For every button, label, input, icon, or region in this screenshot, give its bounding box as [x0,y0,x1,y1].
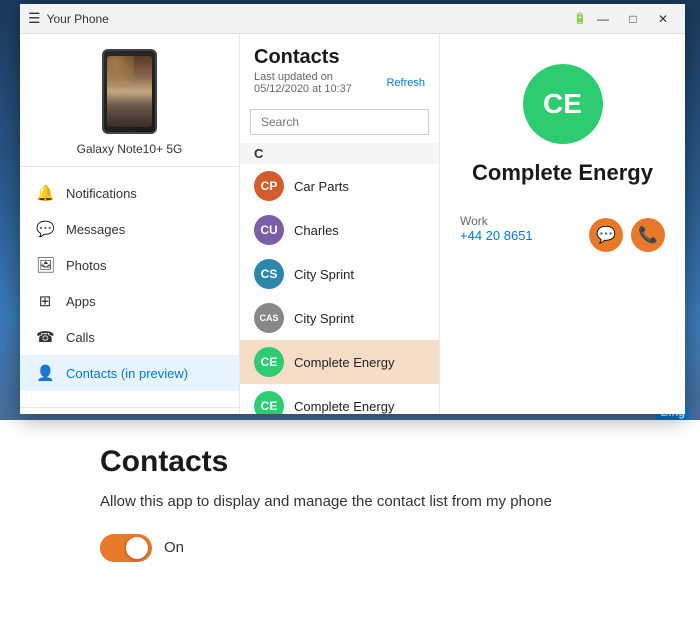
contact-item-complete-energy-1[interactable]: CE Complete Energy [240,340,439,384]
close-button[interactable]: ✕ [649,8,677,30]
calls-icon: ☎ [36,328,54,346]
contacts-updated: Last updated on 05/12/2020 at 10:37 Refr… [254,71,425,95]
phone-mockup [102,49,157,134]
contact-item-car-parts[interactable]: CP Car Parts [240,164,439,208]
sidebar: Galaxy Note10+ 5G 🔔 Notifications 💬 Mess… [20,34,240,414]
sidebar-item-calls[interactable]: ☎ Calls [20,319,239,355]
detail-name: Complete Energy [472,160,653,186]
detail-value[interactable]: +44 20 8651 [460,228,533,243]
apps-icon: ⊞ [36,292,54,310]
contact-avatar-city-sprint-2: CAS [254,303,284,333]
app-window: ☰ Your Phone 🔋 — □ ✕ Galaxy Note10+ 5G [20,4,685,414]
contact-name-car-parts: Car Parts [294,179,349,194]
title-bar: ☰ Your Phone 🔋 — □ ✕ [20,4,685,34]
contact-name-complete-energy-2: Complete Energy [294,399,394,414]
detail-field-work: Work +44 20 8651 💬 📞 [460,206,665,260]
battery-icon: 🔋 [573,12,587,25]
hamburger-icon[interactable]: ☰ [28,10,41,27]
contact-item-complete-energy-2[interactable]: CE Complete Energy [240,384,439,414]
detail-actions: 💬 📞 [589,218,665,252]
contact-item-city-sprint-1[interactable]: CS City Sprint [240,252,439,296]
search-input[interactable] [250,109,429,135]
contact-group-c: C [240,143,439,164]
contact-avatar-car-parts: CP [254,171,284,201]
toggle-label: On [164,539,184,556]
refresh-link[interactable]: Refresh [386,77,425,89]
toggle-row: On [100,534,600,562]
sidebar-item-photos[interactable]: 🖼 Photos [20,247,239,283]
contacts-panel: Contacts Last updated on 05/12/2020 at 1… [240,34,440,414]
contacts-toggle[interactable] [100,534,152,562]
contact-avatar-charles: CU [254,215,284,245]
call-action-button[interactable]: 📞 [631,218,665,252]
minimize-button[interactable]: — [589,8,617,30]
toggle-track [100,534,152,562]
contact-avatar-complete-energy-1: CE [254,347,284,377]
message-action-icon: 💬 [596,225,616,245]
contacts-title: Contacts [254,46,425,69]
contact-name-complete-energy-1: Complete Energy [294,355,394,370]
sidebar-item-notifications[interactable]: 🔔 Notifications [20,175,239,211]
sidebar-label-photos: Photos [66,258,106,273]
phone-preview: Galaxy Note10+ 5G [20,34,239,167]
title-bar-left: ☰ Your Phone [28,10,109,27]
photos-icon: 🖼 [36,256,54,274]
contacts-header: Contacts Last updated on 05/12/2020 at 1… [240,34,439,103]
contact-name-charles: Charles [294,223,339,238]
sidebar-label-messages: Messages [66,222,125,237]
call-action-icon: 📞 [638,225,658,245]
bottom-section: Contacts Allow this app to display and m… [0,420,700,635]
phone-name: Galaxy Note10+ 5G [77,142,183,156]
sidebar-item-apps[interactable]: ⊞ Apps [20,283,239,319]
contact-name-city-sprint-1: City Sprint [294,267,354,282]
title-bar-controls: 🔋 — □ ✕ [573,8,677,30]
updated-text: Last updated on 05/12/2020 at 10:37 [254,71,386,95]
detail-panel: CE Complete Energy Work +44 20 8651 💬 📞 [440,34,685,414]
phone-screen [107,56,152,127]
messages-icon: 💬 [36,220,54,238]
sidebar-label-notifications: Notifications [66,186,137,201]
nav-items: 🔔 Notifications 💬 Messages 🖼 Photos ⊞ Ap… [20,167,239,399]
sidebar-label-contacts: Contacts (in preview) [66,366,188,381]
maximize-button[interactable]: □ [619,8,647,30]
contact-avatar-city-sprint-1: CS [254,259,284,289]
title-bar-title: Your Phone [47,12,109,26]
contacts-icon: 👤 [36,364,54,382]
phone-screen-light [107,56,134,84]
sidebar-item-messages[interactable]: 💬 Messages [20,211,239,247]
notifications-icon: 🔔 [36,184,54,202]
sidebar-item-contacts[interactable]: 👤 Contacts (in preview) [20,355,239,391]
detail-field-left: Work +44 20 8651 [460,214,533,243]
detail-avatar-initials: CE [543,88,582,120]
sidebar-label-apps: Apps [66,294,96,309]
contact-avatar-complete-energy-2: CE [254,391,284,414]
sidebar-label-calls: Calls [66,330,95,345]
bottom-title: Contacts [100,445,600,479]
sidebar-bottom: 📌 Pin app to taskbar ⚙ Settings [20,407,239,414]
toggle-thumb [126,537,148,559]
contact-item-city-sprint-2[interactable]: CAS City Sprint [240,296,439,340]
contact-name-city-sprint-2: City Sprint [294,311,354,326]
contact-list: CP Car Parts CU Charles CS City Sprint C… [240,164,439,414]
message-action-button[interactable]: 💬 [589,218,623,252]
app-content: Galaxy Note10+ 5G 🔔 Notifications 💬 Mess… [20,34,685,414]
contact-item-charles[interactable]: CU Charles [240,208,439,252]
detail-avatar: CE [523,64,603,144]
detail-label: Work [460,214,533,228]
detail-info: Work +44 20 8651 💬 📞 [460,206,665,260]
bottom-desc: Allow this app to display and manage the… [100,491,580,514]
